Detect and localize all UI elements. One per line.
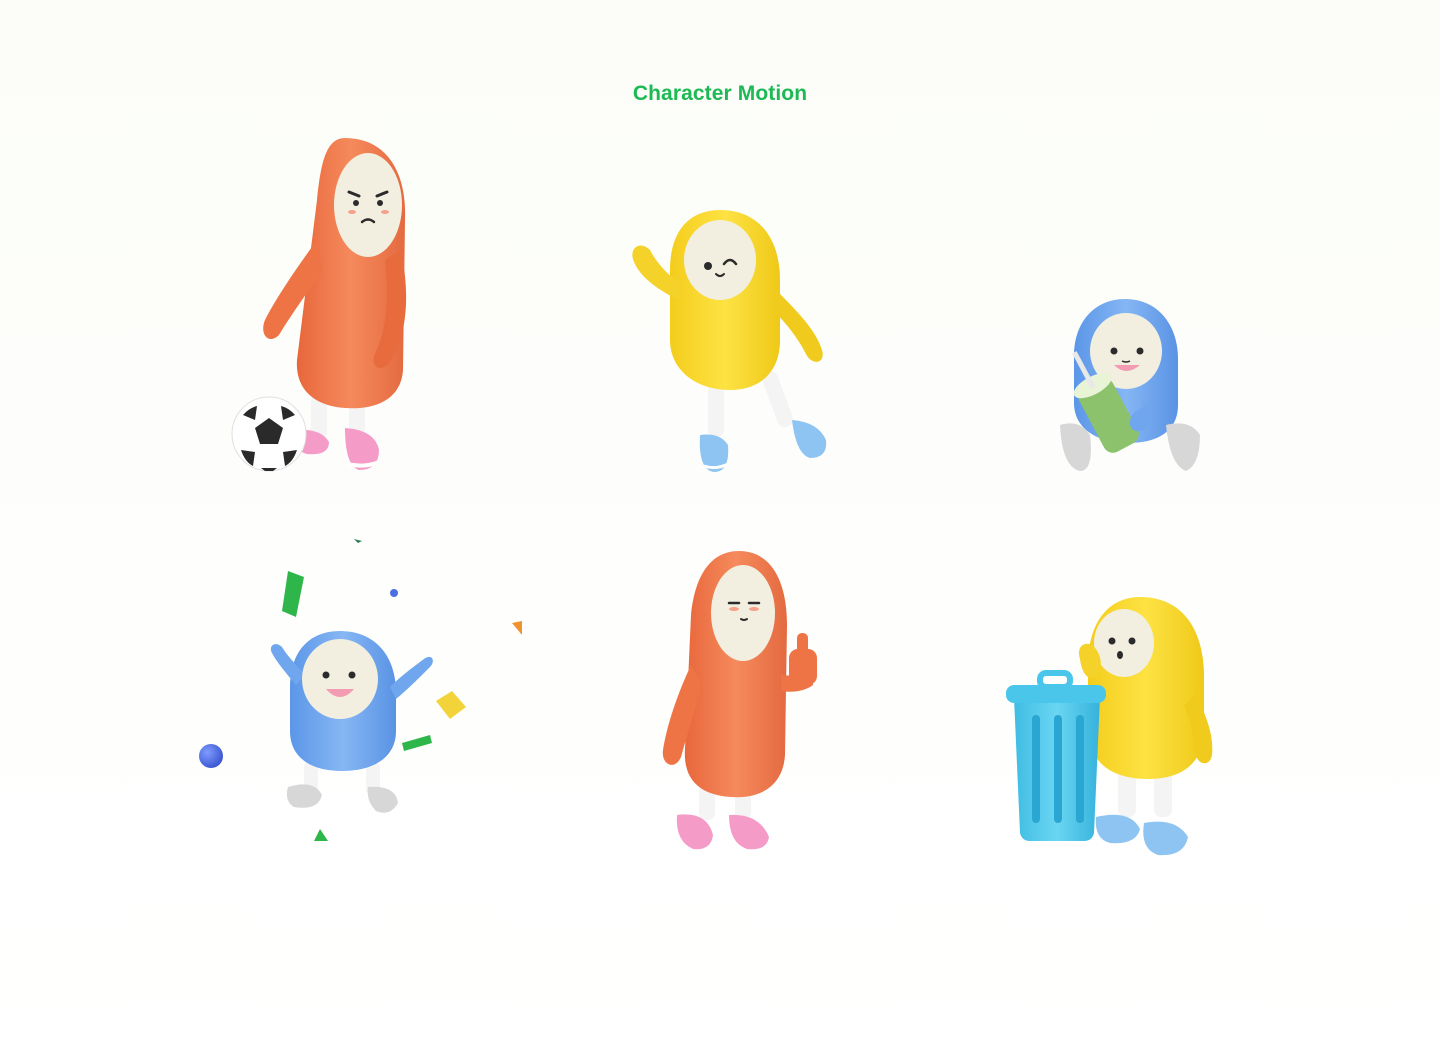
- character-blue-drink: [1050, 295, 1210, 480]
- thumbs-up-icon: [789, 633, 817, 685]
- character-yellow-trashcan: [1000, 595, 1215, 860]
- trash-can-icon: [1006, 670, 1106, 841]
- page-title: Character Motion: [632, 82, 808, 105]
- character-orange-thumbsup: [655, 545, 825, 855]
- character-yellow-waving: [620, 200, 840, 480]
- soccer-ball-icon: [231, 396, 307, 472]
- character-orange-soccer: [225, 130, 425, 480]
- character-blue-jumping: [190, 535, 530, 850]
- grey-shoe-icon: [1060, 423, 1091, 471]
